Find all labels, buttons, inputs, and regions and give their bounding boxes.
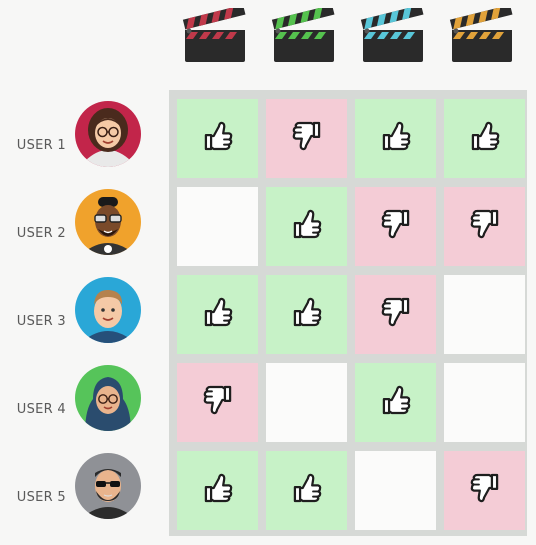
avatar-man-blue-bg — [73, 275, 143, 345]
thumbs-down-icon — [377, 293, 415, 336]
rating-cell-user4-movie3 — [355, 363, 436, 442]
user-label-1: USER 1 — [16, 138, 66, 153]
thumbs-up-icon — [377, 381, 415, 424]
thumbs-up-icon — [199, 469, 237, 512]
rating-matrix — [169, 90, 527, 536]
rating-cell-user3-movie3 — [355, 275, 436, 354]
rating-cell-user3-movie1 — [177, 275, 258, 354]
thumbs-down-icon — [466, 205, 504, 248]
rating-cell-user3-movie4 — [444, 275, 525, 354]
avatar-woman-hijab-green-bg — [73, 363, 143, 433]
thumbs-up-icon — [199, 117, 237, 160]
rating-cell-user4-movie2 — [266, 363, 347, 442]
rating-cell-user4-movie4 — [444, 363, 525, 442]
rating-cell-user4-movie1 — [177, 363, 258, 442]
rating-cell-user5-movie3 — [355, 451, 436, 530]
rating-cell-user5-movie1 — [177, 451, 258, 530]
rating-cell-user1-movie2 — [266, 99, 347, 178]
rating-cell-user1-movie4 — [444, 99, 525, 178]
avatar-woman-red-bg — [73, 99, 143, 169]
rating-cell-user1-movie1 — [177, 99, 258, 178]
thumbs-up-icon — [199, 293, 237, 336]
thumbs-up-icon — [288, 293, 326, 336]
clapperboard-icon — [448, 4, 516, 64]
thumbs-up-icon — [288, 469, 326, 512]
rating-cell-user5-movie2 — [266, 451, 347, 530]
thumbs-down-icon — [199, 381, 237, 424]
user-label-2: USER 2 — [16, 226, 66, 241]
rating-cell-user3-movie2 — [266, 275, 347, 354]
rating-cell-user2-movie2 — [266, 187, 347, 266]
thumbs-down-icon — [288, 117, 326, 160]
rating-cell-user1-movie3 — [355, 99, 436, 178]
user-label-4: USER 4 — [16, 402, 66, 417]
thumbs-up-icon — [377, 117, 415, 160]
avatar-man-glasses-orange-bg — [73, 187, 143, 257]
rating-cell-user2-movie4 — [444, 187, 525, 266]
clapperboard-icon — [181, 4, 249, 64]
rating-cell-user2-movie1 — [177, 187, 258, 266]
thumbs-down-icon — [377, 205, 415, 248]
clapperboard-icon — [359, 4, 427, 64]
rating-cell-user2-movie3 — [355, 187, 436, 266]
user-label-3: USER 3 — [16, 314, 66, 329]
thumbs-up-icon — [288, 205, 326, 248]
rating-cell-user5-movie4 — [444, 451, 525, 530]
clapperboard-icon — [270, 4, 338, 64]
avatar-man-beard-gray-bg — [73, 451, 143, 521]
thumbs-up-icon — [466, 117, 504, 160]
user-label-5: USER 5 — [16, 490, 66, 505]
thumbs-down-icon — [466, 469, 504, 512]
